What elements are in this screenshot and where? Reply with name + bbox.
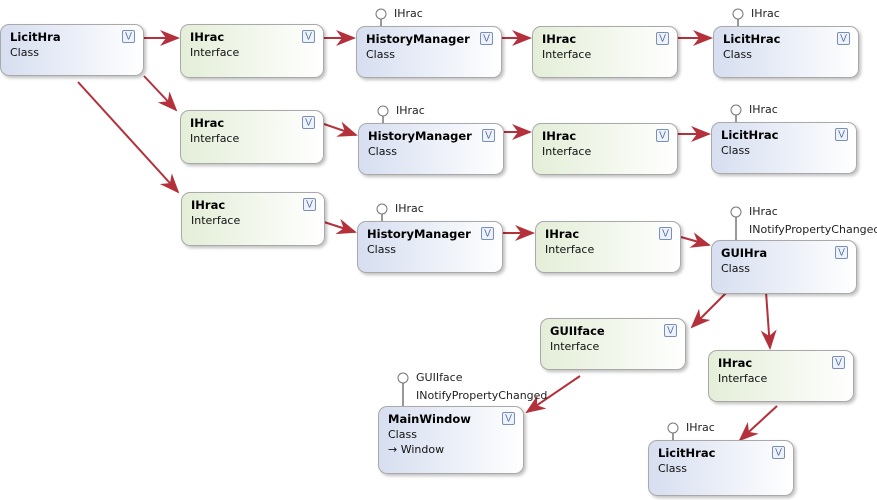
shape-kind: Interface xyxy=(191,214,241,227)
interface-lollipop-icon xyxy=(732,8,744,20)
shape-name: LicitHrac xyxy=(721,128,779,142)
shape-kind: Interface xyxy=(718,372,768,385)
interface-lollipop-icon xyxy=(377,105,389,117)
chevron-double-down-icon[interactable]: ⋁ xyxy=(302,30,315,43)
shape-name: GUIIface xyxy=(550,324,605,338)
interface-shape-ihrac[interactable]: IHrac Interface ⋁ xyxy=(532,26,678,78)
chevron-double-down-icon[interactable]: ⋁ xyxy=(502,412,515,425)
interface-shape-ihrac[interactable]: IHrac Interface ⋁ xyxy=(535,221,681,273)
shape-name: IHrac xyxy=(718,356,753,370)
association-arrow[interactable] xyxy=(77,81,180,194)
chevron-double-down-icon[interactable]: ⋁ xyxy=(772,446,785,459)
shape-kind: Class xyxy=(10,46,39,59)
interface-shape-ihrac[interactable]: IHrac Interface ⋁ xyxy=(181,192,325,246)
chevron-double-down-icon[interactable]: ⋁ xyxy=(835,128,848,141)
chevron-double-down-icon[interactable]: ⋁ xyxy=(656,129,669,142)
shape-name: LicitHrac xyxy=(723,32,781,46)
implemented-interface-label: IHrac xyxy=(749,103,778,116)
shape-name: HistoryManager xyxy=(366,32,470,46)
shape-kind: Class xyxy=(366,48,395,61)
class-shape-historymanager[interactable]: HistoryManager Class ⋁ xyxy=(358,123,504,175)
implemented-interface-label: IHrac xyxy=(686,421,715,434)
association-arrow[interactable] xyxy=(690,291,728,329)
chevron-double-down-icon[interactable]: ⋁ xyxy=(664,324,677,337)
association-arrow[interactable] xyxy=(680,232,711,248)
base-type: → Window xyxy=(388,443,445,456)
shape-name: MainWindow xyxy=(388,412,471,426)
shape-name: LicitHrac xyxy=(658,446,716,460)
shape-kind: Interface xyxy=(550,340,600,353)
chevron-double-down-icon[interactable]: ⋁ xyxy=(482,129,495,142)
association-arrow[interactable] xyxy=(738,405,778,442)
shape-kind: Class xyxy=(388,428,417,441)
association-arrow[interactable] xyxy=(143,75,178,112)
shape-kind: Class xyxy=(368,145,397,158)
shape-name: IHrac xyxy=(542,32,577,46)
interface-shape-ihrac[interactable]: IHrac Interface ⋁ xyxy=(708,350,854,402)
shape-kind: Interface xyxy=(542,48,592,61)
implemented-interface-label: IHrac xyxy=(395,202,424,215)
shape-name: IHrac xyxy=(190,30,225,44)
shape-kind: Interface xyxy=(190,46,240,59)
interface-lollipop-icon xyxy=(667,422,679,434)
implemented-interface-label: INotifyPropertyChanged xyxy=(416,389,548,402)
chevron-double-down-icon[interactable]: ⋁ xyxy=(837,32,850,45)
interface-shape-ihrac[interactable]: IHrac Interface ⋁ xyxy=(180,24,324,78)
shape-kind: Interface xyxy=(545,243,595,256)
shape-name: HistoryManager xyxy=(367,227,471,241)
shape-kind: Class xyxy=(658,462,687,475)
implemented-interface-label: IHrac xyxy=(751,7,780,20)
interface-shape-ihrac[interactable]: IHrac Interface ⋁ xyxy=(180,110,324,164)
shape-kind: Interface xyxy=(542,145,592,158)
interface-shape-ihrac[interactable]: IHrac Interface ⋁ xyxy=(532,123,678,175)
class-shape-guihra[interactable]: GUIHra Class ⋁ xyxy=(711,240,857,294)
chevron-double-down-icon[interactable]: ⋁ xyxy=(303,198,316,211)
shape-name: LicitHra xyxy=(10,30,61,44)
class-shape-licithra[interactable]: LicitHra Class ⋁ xyxy=(0,24,144,76)
interface-lollipop-icon xyxy=(397,372,409,384)
class-shape-historymanager[interactable]: HistoryManager Class ⋁ xyxy=(356,26,502,78)
implemented-interface-label: IHrac xyxy=(394,7,423,20)
association-arrow[interactable] xyxy=(760,291,777,350)
association-arrow[interactable] xyxy=(323,218,357,235)
interface-lollipop-icon xyxy=(730,206,742,218)
chevron-double-down-icon[interactable]: ⋁ xyxy=(480,32,493,45)
class-shape-historymanager[interactable]: HistoryManager Class ⋁ xyxy=(357,221,503,273)
shape-kind: Class xyxy=(723,48,752,61)
interface-lollipop-icon xyxy=(730,104,742,116)
implemented-interface-label: GUIIface xyxy=(416,371,463,384)
shape-name: IHrac xyxy=(542,129,577,143)
shape-kind: Interface xyxy=(190,132,240,145)
chevron-double-down-icon[interactable]: ⋁ xyxy=(832,356,845,369)
shape-name: IHrac xyxy=(190,116,225,130)
interface-lollipop-icon xyxy=(376,203,388,215)
class-shape-licithrac[interactable]: LicitHrac Class ⋁ xyxy=(711,122,857,174)
interface-shape-guiiface[interactable]: GUIIface Interface ⋁ xyxy=(540,318,686,370)
shape-kind: Class xyxy=(367,243,396,256)
shape-name: HistoryManager xyxy=(368,129,472,143)
association-arrow[interactable] xyxy=(323,121,358,137)
chevron-double-down-icon[interactable]: ⋁ xyxy=(302,116,315,129)
shape-name: IHrac xyxy=(545,227,580,241)
class-shape-licithrac[interactable]: LicitHrac Class ⋁ xyxy=(713,26,859,78)
shape-kind: Class xyxy=(721,262,750,275)
shape-kind: Class xyxy=(721,144,750,157)
chevron-double-down-icon[interactable]: ⋁ xyxy=(481,227,494,240)
chevron-double-down-icon[interactable]: ⋁ xyxy=(835,246,848,259)
chevron-double-down-icon[interactable]: ⋁ xyxy=(656,32,669,45)
base-type-name: Window xyxy=(400,443,445,456)
implemented-interface-label: INotifyPropertyChanged xyxy=(749,223,877,236)
shape-name: GUIHra xyxy=(721,246,768,260)
interface-lollipop-icon xyxy=(375,8,387,20)
shape-name: IHrac xyxy=(191,198,226,212)
class-shape-licithrac[interactable]: LicitHrac Class ⋁ xyxy=(648,440,794,496)
chevron-double-down-icon[interactable]: ⋁ xyxy=(659,227,672,240)
class-shape-mainwindow[interactable]: MainWindow Class → Window ⋁ xyxy=(378,406,524,474)
implemented-interface-label: IHrac xyxy=(396,104,425,117)
implemented-interface-label: IHrac xyxy=(749,205,778,218)
chevron-double-down-icon[interactable]: ⋁ xyxy=(122,30,135,43)
